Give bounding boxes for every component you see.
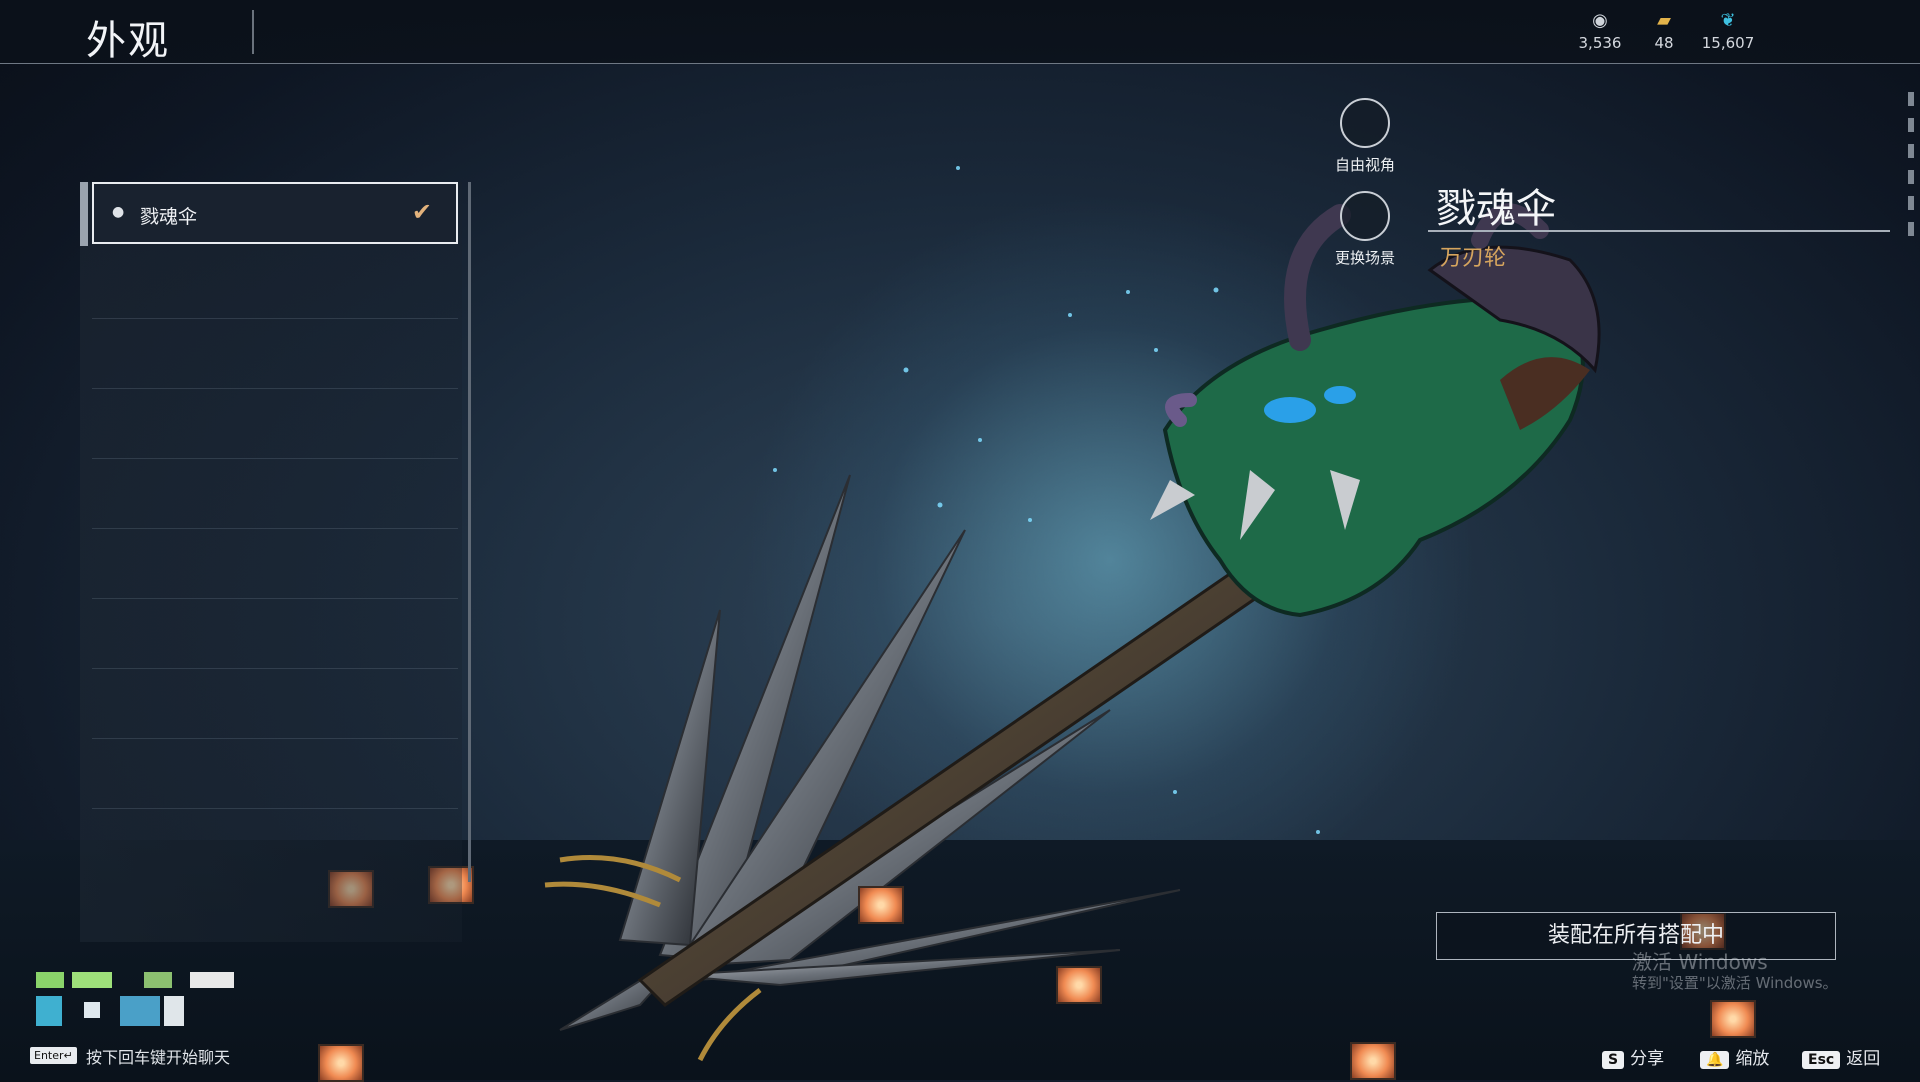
feather-icon: ❦ xyxy=(1720,10,1736,31)
back-label: 返回 xyxy=(1846,1049,1881,1069)
enter-key-icon: Enter↵ xyxy=(30,1047,77,1064)
list-slot-divider xyxy=(92,598,458,599)
back-action[interactable]: Esc 返回 xyxy=(1802,1044,1880,1069)
free-view-label: 自由视角 xyxy=(1334,156,1395,174)
windows-watermark-title: 激活 Windows xyxy=(1632,950,1768,974)
dragon-head xyxy=(1150,203,1601,618)
list-slot-divider xyxy=(92,318,458,319)
change-scene-button[interactable]: 更换场景 xyxy=(1305,191,1425,268)
currency-feather: ❦ 15,607 xyxy=(1688,10,1768,52)
weapon-type: 万刃轮 xyxy=(1440,246,1507,271)
page-title: 外观 xyxy=(86,18,170,64)
lantern-decor xyxy=(318,1044,364,1082)
cube-icon xyxy=(1340,191,1390,241)
share-label: 分享 xyxy=(1630,1049,1665,1069)
top-divider xyxy=(0,63,1920,64)
lantern-decor xyxy=(1710,1000,1756,1038)
skin-list-panel xyxy=(80,182,462,942)
free-view-button[interactable]: 自由视角 xyxy=(1305,98,1425,175)
list-slot-divider xyxy=(92,388,458,389)
currency-value: 15,607 xyxy=(1701,34,1755,52)
skin-list-item[interactable]: ● 戮魂伞 ✔ xyxy=(92,182,458,244)
list-slot-divider xyxy=(92,668,458,669)
share-key: S xyxy=(1602,1051,1625,1069)
right-scroll-indicator xyxy=(1908,92,1914,282)
zoom-label: 缩放 xyxy=(1735,1049,1770,1069)
list-selection-bar xyxy=(80,182,88,246)
list-scrollbar[interactable] xyxy=(468,182,471,882)
list-slot-divider xyxy=(92,458,458,459)
lantern-decor xyxy=(1056,966,1102,1004)
title-separator xyxy=(252,10,254,54)
skin-list-item-label: 戮魂伞 xyxy=(140,206,198,228)
zoom-key: 🔔 xyxy=(1700,1051,1730,1069)
esc-key: Esc xyxy=(1802,1051,1841,1069)
item-name: 戮魂伞 xyxy=(1436,186,1556,232)
lantern-decor xyxy=(1350,1042,1396,1080)
windows-watermark-text: 转到"设置"以激活 Windows。 xyxy=(1632,974,1838,992)
zoom-action[interactable]: 🔔 缩放 xyxy=(1700,1044,1769,1069)
list-slot-divider xyxy=(92,738,458,739)
pixelated-id-mosaic xyxy=(36,972,236,1032)
lantern-decor xyxy=(858,886,904,924)
checkmark-icon: ✔ xyxy=(411,198,432,226)
chat-hint: 按下回车键开始聊天 xyxy=(86,1048,231,1067)
list-slot-divider xyxy=(92,808,458,809)
share-action[interactable]: S 分享 xyxy=(1602,1044,1664,1069)
water-drop-icon: ● xyxy=(112,204,125,220)
camera-icon xyxy=(1340,98,1390,148)
list-slot-divider xyxy=(92,528,458,529)
item-name-underline xyxy=(1428,230,1890,232)
change-scene-label: 更换场景 xyxy=(1334,249,1395,267)
